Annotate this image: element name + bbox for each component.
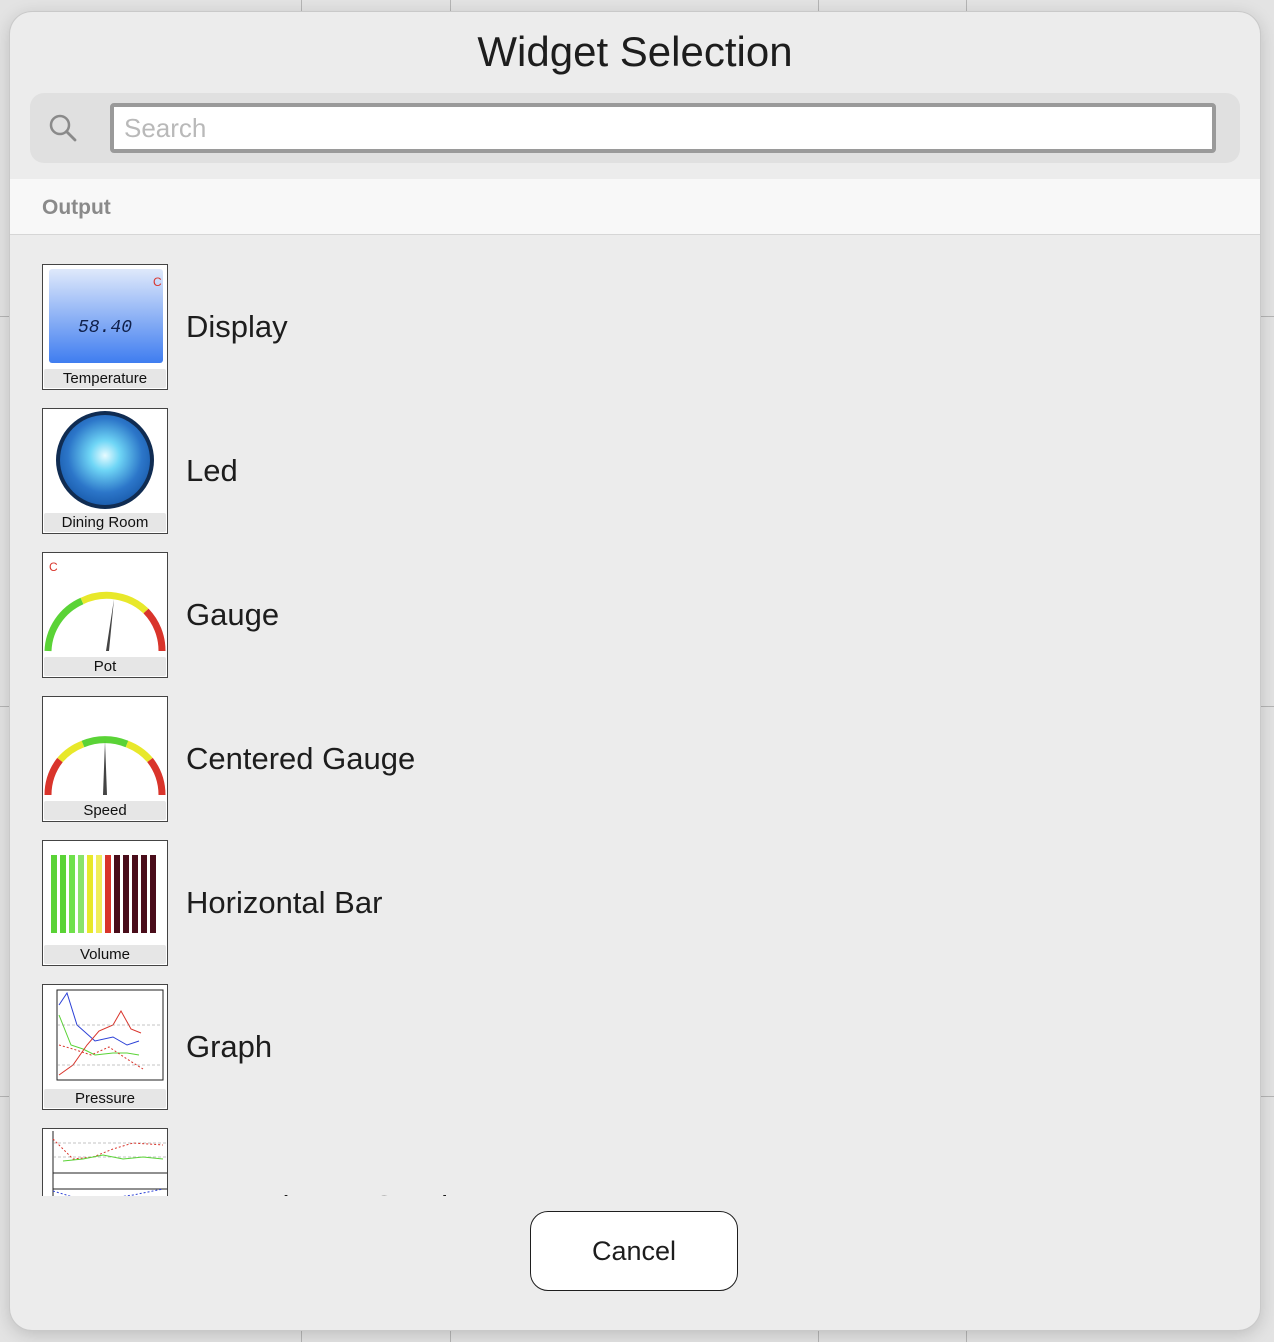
widget-row-display[interactable]: C 58.40 Temperature Display: [10, 235, 1260, 390]
horizontal-bar-preview-icon: [51, 855, 156, 933]
section-header-label: Output: [42, 196, 111, 219]
widget-label: Logged Data Graph: [186, 1187, 458, 1196]
search-bar: [30, 93, 1240, 163]
logged-data-graph-widget-preview: [42, 1128, 168, 1196]
widget-selection-dialog: Widget Selection Output: [10, 12, 1260, 1330]
logged-data-graph-preview-icon: [52, 1131, 167, 1196]
widget-label: Display: [186, 309, 288, 344]
horizontal-bar-widget-preview: Volume: [42, 840, 168, 966]
led-preview-icon: [56, 411, 154, 509]
widget-label: Led: [186, 453, 238, 488]
widget-row-gauge[interactable]: C Pot Gauge: [10, 523, 1260, 678]
widget-row-centered-gauge[interactable]: Speed Centered Gauge: [10, 667, 1260, 822]
display-reading: 58.40: [78, 318, 132, 338]
widget-label: Gauge: [186, 597, 280, 632]
widget-row-logged-data-graph[interactable]: Logged Data Graph: [10, 1099, 1260, 1196]
cancel-button[interactable]: Cancel: [530, 1211, 738, 1291]
gauge-preview-icon: C: [44, 560, 166, 652]
search-icon: [49, 114, 77, 142]
centered-gauge-widget-preview: Speed: [42, 696, 168, 822]
widget-row-led[interactable]: Dining Room Led: [10, 379, 1260, 534]
widget-list[interactable]: C 58.40 Temperature Display Dining Room …: [10, 235, 1260, 1196]
gauge-widget-preview: C Pot: [42, 552, 168, 678]
display-unit: C: [153, 275, 162, 289]
widget-label: Horizontal Bar: [186, 885, 383, 920]
centered-gauge-preview-icon: [44, 736, 166, 796]
widget-row-horizontal-bar[interactable]: Volume Horizontal Bar: [10, 811, 1260, 966]
widget-row-graph[interactable]: Pressure Graph: [10, 955, 1260, 1110]
led-widget-preview: Dining Room: [42, 408, 168, 534]
widget-label: Centered Gauge: [186, 741, 416, 776]
section-header-output: Output: [10, 179, 1260, 235]
widget-label: Graph: [186, 1029, 273, 1064]
graph-preview-icon: [56, 989, 164, 1081]
display-preview-icon: C 58.40: [49, 269, 163, 363]
display-widget-preview: C 58.40 Temperature: [42, 264, 168, 390]
search-input[interactable]: [110, 103, 1216, 153]
gauge-unit: C: [49, 560, 58, 574]
dialog-title: Widget Selection: [477, 28, 793, 75]
graph-widget-preview: Pressure: [42, 984, 168, 1110]
